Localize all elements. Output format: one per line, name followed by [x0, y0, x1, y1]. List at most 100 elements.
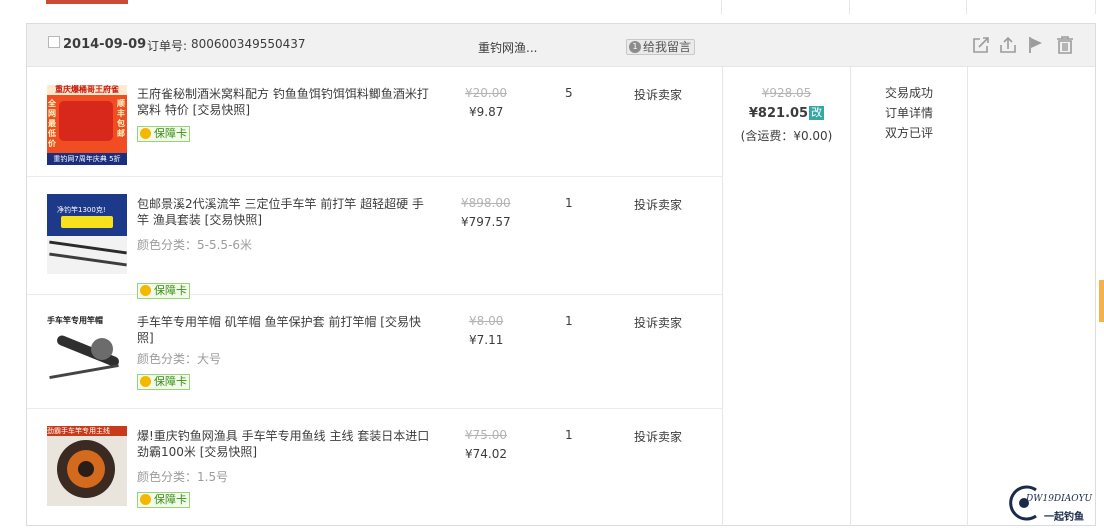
order-item-row: 手车竿专用竿帽 手车竿专用竿帽 矶竿帽 鱼竿保护套 前打竿帽 [交易快照] 颜色…: [27, 294, 722, 409]
sku-value: 大号: [197, 352, 222, 366]
delete-icon[interactable]: [1056, 36, 1074, 54]
sku-value: 5-5.5-6米: [197, 238, 253, 252]
price-modified-badge: 改: [809, 106, 825, 120]
leave-message-button[interactable]: 1 给我留言: [626, 39, 696, 55]
product-thumbnail[interactable]: 劲霸手车竿专用主线: [47, 426, 127, 506]
previous-order-fragment: [0, 0, 1104, 14]
thumb-banner-text: 净钓竿1300克!: [57, 206, 106, 214]
order-card: 2014-09-09 订单号: 800600349550437 重钓网渔... …: [26, 23, 1096, 526]
divider: [721, 0, 722, 14]
sku-label: 颜色分类：: [137, 470, 198, 484]
product-title: 爆!重庆钓鱼网渔具 手车竿专用鱼线 主线 套装日本进口 劲霸100米: [137, 429, 430, 459]
product-sku: 颜色分类：大号: [137, 350, 221, 367]
divider: [1095, 0, 1096, 14]
feedback-side-tab[interactable]: [1099, 280, 1104, 322]
product-thumbnail[interactable]: 重庆爆桶哥王府雀 全网最低价 顺丰包邮 重钓网7周年庆典 5折: [47, 85, 127, 165]
product-title: 手车竿专用竿帽 矶竿帽 鱼竿保护套 前打竿帽: [137, 315, 377, 329]
message-count-icon: 1: [629, 41, 641, 53]
product-title-link[interactable]: 手车竿专用竿帽 矶竿帽 鱼竿保护套 前打竿帽 [交易快照]: [137, 314, 432, 346]
thumb-bait-pile: [59, 101, 113, 141]
complain-seller-link[interactable]: 投诉卖家: [634, 86, 682, 103]
snapshot-link[interactable]: [交易快照]: [200, 445, 257, 459]
watermark-bottom-text: 一起钓鱼: [1044, 512, 1084, 523]
original-price: ¥20.00: [465, 86, 507, 100]
complain-seller-link[interactable]: 投诉卖家: [634, 314, 682, 331]
complain-seller-link[interactable]: 投诉卖家: [634, 196, 682, 213]
original-price: ¥898.00: [461, 196, 511, 210]
previous-order-thumb: [46, 0, 128, 4]
total-original-price: ¥928.05: [761, 86, 812, 100]
thumb-footer-text: 重钓网7周年庆典 5折: [47, 153, 127, 165]
guarantee-card-badge[interactable]: 保障卡: [137, 374, 190, 390]
unit-price: ¥7.11: [469, 333, 504, 347]
thumb-banner-text: 劲霸手车竿专用主线: [47, 426, 127, 436]
order-number: 800600349550437: [191, 37, 306, 51]
thumb-banner-text: 重庆爆桶哥王府雀: [47, 85, 127, 95]
original-price: ¥8.00: [469, 314, 504, 328]
order-date: 2014-09-09: [63, 37, 147, 52]
flag-icon[interactable]: [1027, 36, 1045, 54]
shield-icon: [140, 376, 151, 387]
sku-label: 颜色分类：: [137, 238, 198, 252]
divider: [967, 67, 968, 526]
sku-label: 颜色分类：: [137, 352, 198, 366]
order-header: 2014-09-09 订单号: 800600349550437 重钓网渔... …: [27, 24, 1095, 67]
shield-icon: [140, 128, 151, 139]
order-total-cell: ¥928.05 ¥821.05 改 (含运费：¥0.00): [723, 67, 850, 187]
quantity: 1: [565, 196, 573, 210]
unit-price: ¥9.87: [469, 105, 504, 119]
product-title-link[interactable]: 包邮景溪2代溪流竿 三定位手车竿 前打竿 超轻超硬 手竿 渔具套装 [交易快照]: [137, 196, 432, 228]
thumb-spool-graphic: [78, 461, 94, 477]
order-select-checkbox[interactable]: [48, 36, 60, 48]
thumb-side-text-left: 全网最低价: [48, 99, 56, 148]
snapshot-link[interactable]: [交易快照]: [193, 103, 250, 117]
snapshot-link[interactable]: [交易快照]: [205, 213, 262, 227]
quantity: 1: [565, 314, 573, 328]
thumb-side-text-right: 顺丰包邮: [117, 99, 125, 138]
trade-status: 交易成功: [884, 86, 933, 100]
site-watermark: DW19DIAOYU 一起钓鱼: [1004, 482, 1102, 526]
product-thumbnail[interactable]: 手车竿专用竿帽: [47, 312, 127, 392]
watermark-top-text: DW19DIAOYU: [1026, 494, 1093, 504]
divider: [849, 0, 850, 14]
thumb-banner-text: 手车竿专用竿帽: [47, 316, 103, 325]
shipping-fee: (含运费：¥0.00): [740, 129, 833, 143]
product-sku: 颜色分类：5-5.5-6米: [137, 236, 252, 253]
guarantee-card-label: 保障卡: [154, 375, 187, 388]
thumb-cap-graphic: [91, 338, 113, 360]
product-title-link[interactable]: 王府雀秘制酒米窝料配方 钓鱼鱼饵钓饵饵料鲫鱼酒米打窝料 特价 [交易快照]: [137, 86, 432, 118]
order-detail-link[interactable]: 订单详情: [851, 103, 967, 123]
order-number-label: 订单号:: [147, 39, 188, 53]
total-paid-price: ¥821.05: [748, 106, 809, 121]
share-icon[interactable]: [972, 36, 990, 54]
product-title: 包邮景溪2代溪流竿 三定位手车竿 前打竿 超轻超硬 手竿 渔具套装: [137, 197, 424, 227]
product-title: 王府雀秘制酒米窝料配方 钓鱼鱼饵钓饵饵料鲫鱼酒米打窝料 特价: [137, 87, 429, 117]
guarantee-card-label: 保障卡: [154, 127, 187, 140]
shield-icon: [140, 494, 151, 505]
total-paid-row: ¥821.05 改: [723, 106, 850, 121]
unit-price: ¥74.02: [465, 447, 507, 461]
shop-name-link[interactable]: 重钓网渔...: [478, 39, 537, 56]
leave-message-label: 给我留言: [643, 40, 692, 54]
product-title-link[interactable]: 爆!重庆钓鱼网渔具 手车竿专用鱼线 主线 套装日本进口 劲霸100米 [交易快照…: [137, 428, 432, 460]
order-item-row: 劲霸手车竿专用主线 爆!重庆钓鱼网渔具 手车竿专用鱼线 主线 套装日本进口 劲霸…: [27, 408, 722, 526]
complain-seller-link[interactable]: 投诉卖家: [634, 428, 682, 445]
guarantee-card-badge[interactable]: 保障卡: [137, 126, 190, 142]
review-status: 双方已评: [884, 126, 933, 140]
order-status-cell: 交易成功 订单详情 双方已评: [851, 67, 967, 187]
product-sku: 颜色分类：1.5号: [137, 468, 228, 485]
unit-price: ¥797.57: [461, 215, 511, 229]
quantity: 1: [565, 428, 573, 442]
divider: [966, 0, 967, 14]
quantity: 5: [565, 86, 573, 100]
thumb-rod-graphic: [49, 363, 119, 380]
sku-value: 1.5号: [197, 470, 229, 484]
export-icon[interactable]: [999, 36, 1017, 54]
order-item-row: 净钓竿1300克! 包邮景溪2代溪流竿 三定位手车竿 前打竿 超轻超硬 手竿 渔…: [27, 176, 722, 299]
product-thumbnail[interactable]: 净钓竿1300克!: [47, 194, 127, 274]
guarantee-card-label: 保障卡: [154, 493, 187, 506]
original-price: ¥75.00: [465, 428, 507, 442]
order-item-row: 重庆爆桶哥王府雀 全网最低价 顺丰包邮 重钓网7周年庆典 5折 王府雀秘制酒米窝…: [27, 67, 722, 177]
guarantee-card-badge[interactable]: 保障卡: [137, 492, 190, 508]
thumb-graphic: [61, 216, 113, 228]
